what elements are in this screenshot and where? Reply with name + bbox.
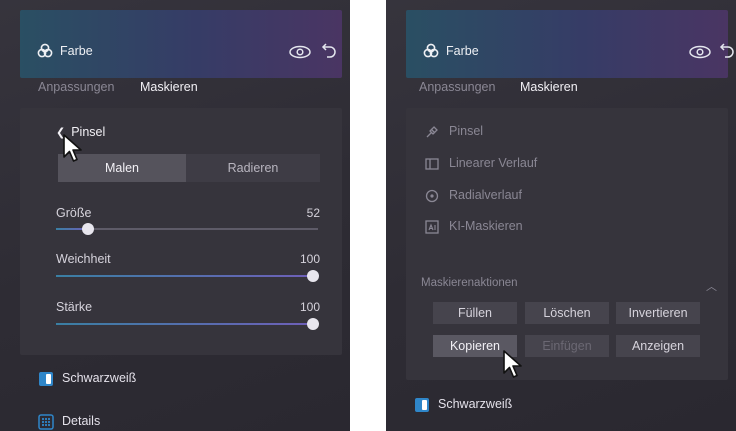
section-label: Schwarzweiß [62, 371, 137, 385]
left-panel: Farbe Anpassungen Maskieren ❮ Pinsel Male… [0, 0, 350, 431]
tool-label: KI-Maskieren [449, 219, 523, 233]
tool-label: Linearer Verlauf [449, 156, 538, 170]
tool-pinsel[interactable]: Pinsel [425, 124, 585, 142]
section-label: Details [62, 414, 101, 428]
tool-label: Pinsel [449, 124, 484, 138]
fuellen-button[interactable]: Füllen [433, 302, 517, 324]
radieren-button[interactable]: Radieren [186, 154, 320, 182]
tab-maskieren[interactable]: Maskieren [520, 80, 578, 94]
softness-slider-fill [56, 275, 312, 277]
einfuegen-button[interactable]: Einfügen [525, 335, 609, 357]
right-panel: Farbe Anpassungen Maskieren Pinsel Linea… [386, 0, 736, 431]
section-schwarzweiss[interactable]: Schwarzweiß [38, 369, 238, 389]
brush-icon [426, 126, 438, 138]
size-label: Größe [56, 206, 92, 220]
size-slider-knob[interactable] [82, 223, 94, 235]
mask-actions-title: Maskierenaktionen [421, 277, 518, 289]
radial-gradient-icon [425, 189, 439, 203]
paint-erase-toggle: Malen Radieren [58, 154, 320, 182]
undo-icon[interactable] [321, 42, 337, 58]
strength-slider-fill [56, 323, 312, 325]
farbe-header[interactable]: Farbe [20, 10, 342, 78]
bw-icon [415, 398, 429, 412]
ai-mask-icon [425, 220, 439, 234]
strength-label: Stärke [56, 300, 93, 314]
mouse-cursor-icon [503, 350, 522, 378]
undo-icon[interactable] [719, 42, 735, 58]
tool-radialverlauf[interactable]: Radialverlauf [425, 188, 585, 206]
mouse-cursor-icon [63, 134, 82, 162]
eye-icon[interactable] [689, 45, 711, 59]
anzeigen-button[interactable]: Anzeigen [616, 335, 700, 357]
farbe-header[interactable]: Farbe [406, 10, 734, 78]
eye-icon[interactable] [289, 45, 311, 59]
softness-slider-knob[interactable] [307, 270, 319, 282]
palette-icon [423, 43, 439, 58]
size-value: 52 [306, 206, 320, 220]
invertieren-button[interactable]: Invertieren [616, 302, 700, 324]
palette-icon [37, 43, 53, 58]
section-schwarzweiss[interactable]: Schwarzweiß [414, 395, 614, 415]
strength-slider-knob[interactable] [307, 318, 319, 330]
linear-gradient-icon [425, 158, 439, 170]
tab-anpassungen[interactable]: Anpassungen [38, 80, 114, 94]
tab-anpassungen[interactable]: Anpassungen [419, 80, 495, 94]
header-title: Farbe [60, 44, 93, 58]
softness-slider[interactable] [56, 270, 319, 282]
tool-linearer-verlauf[interactable]: Linearer Verlauf [425, 156, 585, 174]
strength-slider[interactable] [56, 318, 319, 330]
tool-ki-maskieren[interactable]: KI-Maskieren [425, 219, 585, 237]
tool-label: Radialverlauf [449, 188, 522, 202]
softness-label: Weichheit [56, 252, 111, 266]
loeschen-button[interactable]: Löschen [525, 302, 609, 324]
section-details[interactable]: Details [38, 412, 238, 431]
bw-icon [39, 372, 53, 386]
header-title: Farbe [446, 44, 479, 58]
tab-maskieren[interactable]: Maskieren [140, 80, 198, 94]
details-icon [38, 414, 54, 430]
strength-value: 100 [299, 300, 320, 314]
chevron-up-icon[interactable]: ︿ [706, 278, 717, 294]
size-slider[interactable] [56, 223, 318, 235]
softness-value: 100 [299, 252, 320, 266]
section-label: Schwarzweiß [438, 397, 513, 411]
